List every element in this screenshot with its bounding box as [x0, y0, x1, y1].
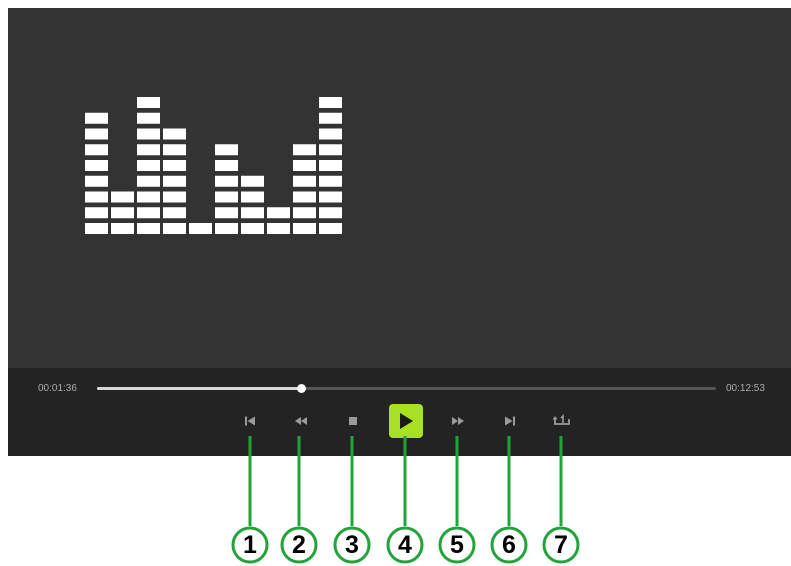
eq-segment	[85, 144, 108, 156]
eq-segment	[137, 223, 160, 234]
skip-next-button[interactable]	[497, 408, 523, 434]
eq-segment	[163, 223, 186, 234]
callout-label-6: 6	[502, 531, 516, 559]
eq-segment	[267, 207, 290, 219]
eq-segment	[319, 191, 342, 203]
callout-label-1: 1	[243, 531, 257, 559]
eq-segment	[293, 191, 316, 203]
eq-segment	[137, 175, 160, 187]
eq-segment	[319, 175, 342, 187]
equalizer-visualizer	[85, 97, 342, 234]
eq-segment	[85, 207, 108, 219]
progress-track[interactable]	[97, 384, 716, 393]
eq-segment	[137, 160, 160, 171]
play-button[interactable]	[389, 404, 423, 438]
eq-segment	[163, 144, 186, 156]
eq-segment	[319, 112, 342, 124]
eq-segment	[137, 207, 160, 219]
eq-segment	[111, 207, 134, 219]
stop-icon	[349, 417, 357, 425]
total-time: 00:12:53	[726, 383, 765, 394]
control-bar: 00:01:36 00:12:53	[8, 368, 791, 456]
rewind-button[interactable]	[288, 408, 314, 434]
eq-segment	[267, 223, 290, 234]
eq-segment	[215, 175, 238, 187]
eq-segment	[319, 128, 342, 140]
eq-segment	[85, 112, 108, 124]
eq-segment	[215, 207, 238, 219]
eq-bar-4	[163, 128, 186, 234]
play-icon	[400, 413, 413, 429]
eq-bar-2	[111, 191, 134, 234]
eq-segment	[111, 191, 134, 203]
visualizer-area	[8, 8, 791, 368]
eq-segment	[319, 160, 342, 171]
eq-segment	[319, 223, 342, 234]
skip-previous-button[interactable]	[237, 408, 263, 434]
eq-segment	[137, 144, 160, 156]
eq-segment	[319, 207, 342, 219]
callout-label-4: 4	[398, 531, 412, 559]
eq-segment	[241, 191, 264, 203]
rewind-icon	[295, 417, 307, 425]
skip-next-icon	[505, 416, 515, 426]
repeat-one-icon	[552, 414, 570, 425]
repeat-one-button[interactable]	[549, 408, 575, 434]
progress-fill	[97, 387, 302, 390]
eq-segment	[215, 144, 238, 156]
eq-segment	[163, 128, 186, 140]
elapsed-time: 00:01:36	[38, 383, 77, 394]
eq-segment	[111, 223, 134, 234]
eq-bar-5	[189, 223, 212, 234]
eq-bar-1	[85, 112, 108, 234]
eq-segment	[163, 160, 186, 171]
eq-segment	[85, 160, 108, 171]
fast-forward-button[interactable]	[445, 408, 471, 434]
fast-forward-icon	[452, 417, 464, 425]
eq-bar-9	[293, 144, 316, 234]
eq-segment	[293, 175, 316, 187]
eq-segment	[241, 223, 264, 234]
eq-segment	[85, 128, 108, 140]
eq-segment	[137, 112, 160, 124]
eq-segment	[163, 191, 186, 203]
eq-segment	[137, 191, 160, 203]
eq-segment	[163, 207, 186, 219]
eq-segment	[293, 160, 316, 171]
callout-label-7: 7	[554, 531, 568, 559]
eq-segment	[215, 191, 238, 203]
media-player: 00:01:36 00:12:53	[8, 8, 791, 456]
eq-segment	[215, 160, 238, 171]
eq-segment	[215, 223, 238, 234]
eq-segment	[241, 207, 264, 219]
eq-bar-3	[137, 97, 160, 234]
stop-button[interactable]	[340, 408, 366, 434]
skip-previous-icon	[245, 416, 255, 426]
eq-segment	[163, 175, 186, 187]
eq-segment	[293, 223, 316, 234]
eq-segment	[85, 191, 108, 203]
eq-segment	[189, 223, 212, 234]
eq-bar-6	[215, 144, 238, 234]
eq-segment	[137, 128, 160, 140]
eq-segment	[319, 97, 342, 108]
eq-bar-10	[319, 97, 342, 234]
eq-segment	[319, 144, 342, 156]
eq-segment	[293, 207, 316, 219]
eq-segment	[137, 97, 160, 108]
eq-segment	[293, 144, 316, 156]
callout-label-2: 2	[292, 531, 306, 559]
eq-segment	[241, 175, 264, 187]
eq-segment	[85, 175, 108, 187]
eq-bar-7	[241, 175, 264, 234]
eq-bar-8	[267, 207, 290, 234]
callout-label-5: 5	[450, 531, 464, 559]
eq-segment	[85, 223, 108, 234]
progress-knob[interactable]	[297, 384, 307, 393]
callout-label-3: 3	[345, 531, 359, 559]
